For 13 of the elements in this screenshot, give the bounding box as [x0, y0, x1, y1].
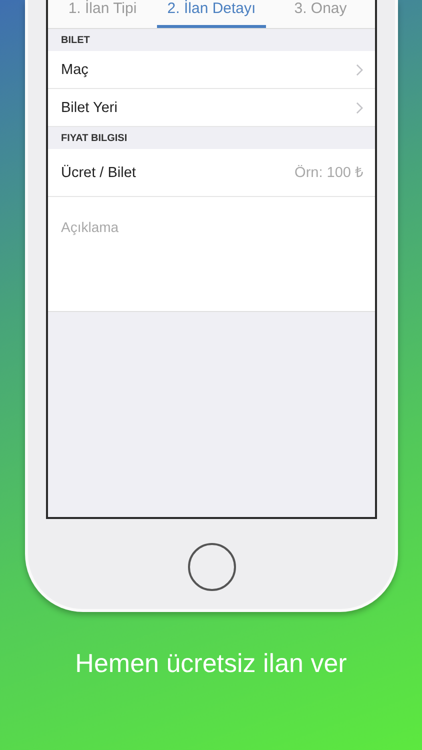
description-field[interactable]: Açıklama: [61, 219, 211, 241]
chevron-icon: [356, 102, 363, 114]
step-tab[interactable]: 1. İlan Tipi: [48, 0, 157, 28]
field-label: Ücret / Bilet: [61, 164, 136, 180]
home-button[interactable]: [188, 543, 236, 591]
section-header: FIYAT BILGISI: [61, 132, 128, 144]
chevron-icon: [356, 64, 363, 76]
list-row[interactable]: Maç: [48, 51, 375, 89]
step-tab[interactable]: 3. Onay: [266, 0, 375, 28]
list-row[interactable]: Bilet Yeri: [48, 89, 375, 127]
section-header: BILET: [61, 34, 90, 46]
input-field[interactable]: Örn: 100 ₺: [253, 164, 363, 180]
caption: Hemen ücretsiz ilan ver: [75, 648, 347, 678]
